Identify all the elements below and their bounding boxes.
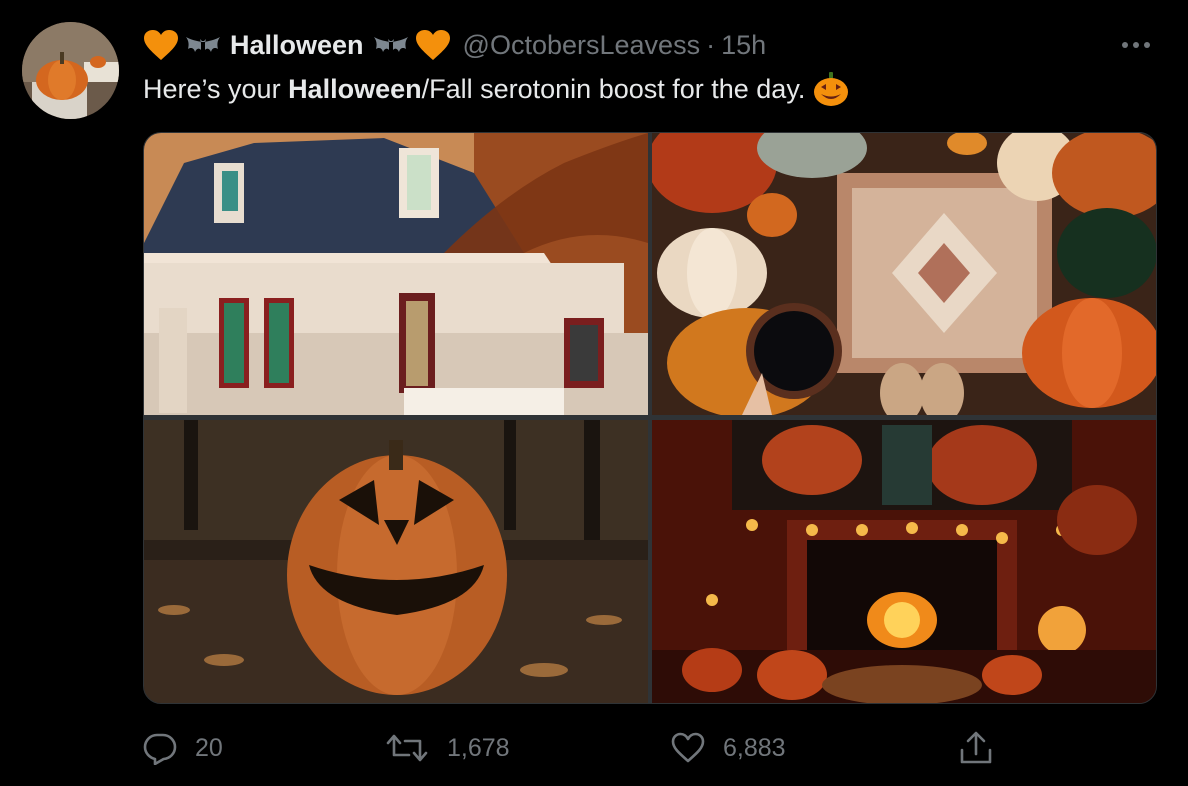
photo-jack-o-lantern-forest[interactable]: [144, 420, 648, 703]
retweet-count: 1,678: [447, 733, 510, 762]
reply-count: 20: [195, 733, 223, 762]
orange-heart-icon: [144, 30, 178, 60]
more-icon: [1122, 42, 1150, 48]
separator-dot: ·: [706, 29, 716, 60]
reply-icon: [143, 733, 177, 765]
orange-heart-icon: [415, 30, 450, 60]
retweet-icon: [386, 734, 428, 762]
tweet-text: Here’s your Halloween/Fall serotonin boo…: [143, 70, 849, 108]
share-button[interactable]: [959, 726, 993, 770]
timestamp[interactable]: 15h: [721, 30, 766, 61]
photo-fireplace-movie-night[interactable]: [652, 420, 1156, 703]
bat-icon: [373, 37, 408, 52]
photo-pumpkins-coffee-rug[interactable]: [652, 133, 1156, 415]
handle[interactable]: @OctobersLeavess: [463, 30, 701, 61]
jack-o-lantern-icon: [813, 72, 848, 106]
retweet-button[interactable]: 1,678: [385, 726, 510, 770]
heart-icon: [671, 732, 705, 763]
tweet-header: Halloween @OctobersLeavess · 15h: [143, 26, 766, 64]
tweet-text-bold[interactable]: Halloween: [288, 70, 422, 108]
photo-victorian-house[interactable]: [144, 133, 648, 415]
display-name[interactable]: Halloween: [230, 30, 364, 61]
bat-icon: [186, 37, 220, 52]
action-bar: 20 1,678 6,883: [143, 726, 1003, 770]
like-button[interactable]: 6,883: [671, 726, 786, 770]
avatar[interactable]: [22, 22, 119, 119]
share-icon: [960, 731, 992, 764]
media-grid: [143, 132, 1157, 704]
tweet-text-after: /Fall serotonin boost for the day.: [421, 74, 813, 104]
reply-button[interactable]: 20: [143, 726, 223, 770]
tweet-text-before: Here’s your: [143, 74, 289, 104]
like-count: 6,883: [723, 733, 786, 762]
more-options-button[interactable]: [1118, 30, 1154, 60]
